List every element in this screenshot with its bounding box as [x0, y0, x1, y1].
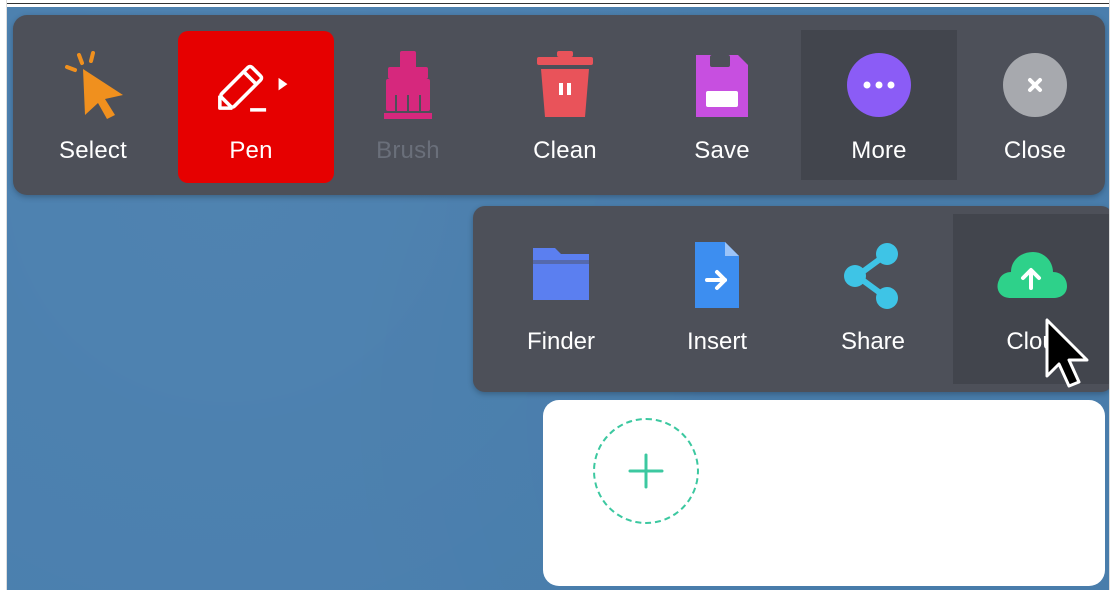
save-tool-button[interactable]: Save: [644, 15, 800, 195]
brush-icon: [368, 51, 448, 119]
trash-icon: [525, 51, 605, 119]
select-tool-label: Select: [59, 137, 127, 164]
finder-button[interactable]: Finder: [483, 206, 639, 392]
more-submenu: Finder Insert Share Clou: [473, 206, 1109, 392]
insert-button[interactable]: Insert: [639, 206, 795, 392]
save-tool-label: Save: [694, 137, 750, 164]
pen-tool-button[interactable]: Pen: [173, 15, 334, 195]
app-frame: Select Pen Brush Clean Save More Close F…: [6, 0, 1110, 590]
more-tool-label: More: [851, 137, 907, 164]
close-icon: [995, 51, 1075, 119]
more-tool-button[interactable]: More: [801, 15, 957, 195]
brush-tool-button[interactable]: Brush: [330, 15, 486, 195]
top-divider: [7, 0, 1109, 4]
share-icon: [833, 240, 913, 310]
save-icon: [682, 51, 762, 119]
select-tool-button[interactable]: Select: [15, 15, 171, 195]
share-label: Share: [840, 328, 906, 355]
more-icon: [839, 51, 919, 119]
main-toolbar: Select Pen Brush Clean Save More Close: [13, 15, 1105, 195]
insert-label: Insert: [686, 328, 748, 355]
share-button[interactable]: Share: [795, 206, 951, 392]
plus-icon: [628, 453, 664, 489]
insert-file-icon: [677, 240, 757, 310]
close-tool-label: Close: [1003, 137, 1067, 164]
add-button[interactable]: [593, 418, 699, 524]
add-panel: [543, 400, 1105, 586]
cursor-pointer-icon: [53, 51, 133, 119]
brush-tool-label: Brush: [376, 137, 440, 164]
mouse-cursor-icon: [1045, 318, 1089, 388]
pen-icon: [211, 51, 291, 119]
close-tool-button[interactable]: Close: [957, 15, 1109, 195]
folder-icon: [521, 240, 601, 310]
finder-label: Finder: [526, 328, 596, 355]
clean-tool-label: Clean: [533, 137, 597, 164]
pen-tool-label: Pen: [229, 137, 273, 164]
clean-tool-button[interactable]: Clean: [487, 15, 643, 195]
cloud-upload-icon: [991, 240, 1071, 310]
